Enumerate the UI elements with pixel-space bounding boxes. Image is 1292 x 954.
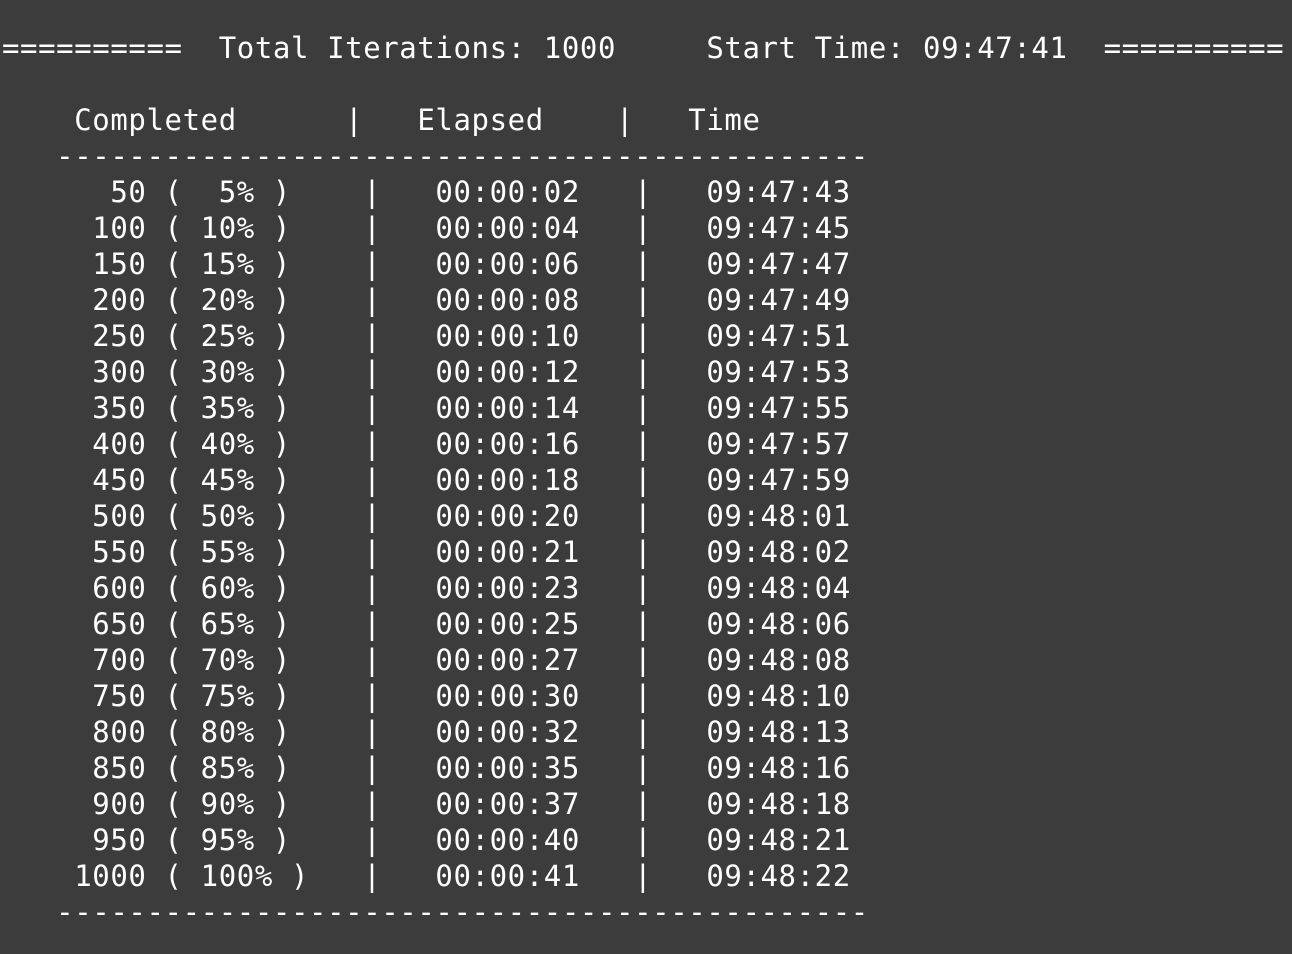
progress-row: 200 ( 20% ) | 00:00:08 | 09:47:49 xyxy=(2,283,851,317)
progress-row: 650 ( 65% ) | 00:00:25 | 09:48:06 xyxy=(2,607,851,641)
progress-row: 50 ( 5% ) | 00:00:02 | 09:47:43 xyxy=(2,175,851,209)
progress-row: 700 ( 70% ) | 00:00:27 | 09:48:08 xyxy=(2,643,851,677)
progress-row: 800 ( 80% ) | 00:00:32 | 09:48:13 xyxy=(2,715,851,749)
progress-row: 400 ( 40% ) | 00:00:16 | 09:47:57 xyxy=(2,427,851,461)
run-header: ========== Total Iterations: 1000 Start … xyxy=(2,31,1285,65)
header-separator: ----------------------------------------… xyxy=(2,139,869,173)
progress-row: 300 ( 30% ) | 00:00:12 | 09:47:53 xyxy=(2,355,851,389)
progress-row: 150 ( 15% ) | 00:00:06 | 09:47:47 xyxy=(2,247,851,281)
progress-row: 600 ( 60% ) | 00:00:23 | 09:48:04 xyxy=(2,571,851,605)
footer-separator: ----------------------------------------… xyxy=(2,895,869,929)
progress-row: 750 ( 75% ) | 00:00:30 | 09:48:10 xyxy=(2,679,851,713)
progress-row: 250 ( 25% ) | 00:00:10 | 09:47:51 xyxy=(2,319,851,353)
column-header: Completed | Elapsed | Time xyxy=(2,103,761,137)
progress-row: 850 ( 85% ) | 00:00:35 | 09:48:16 xyxy=(2,751,851,785)
terminal-output: ========== Total Iterations: 1000 Start … xyxy=(0,0,1292,954)
progress-row: 500 ( 50% ) | 00:00:20 | 09:48:01 xyxy=(2,499,851,533)
progress-row: 550 ( 55% ) | 00:00:21 | 09:48:02 xyxy=(2,535,851,569)
progress-row: 100 ( 10% ) | 00:00:04 | 09:47:45 xyxy=(2,211,851,245)
progress-row: 900 ( 90% ) | 00:00:37 | 09:48:18 xyxy=(2,787,851,821)
progress-row: 350 ( 35% ) | 00:00:14 | 09:47:55 xyxy=(2,391,851,425)
progress-row: 1000 ( 100% ) | 00:00:41 | 09:48:22 xyxy=(2,859,851,893)
progress-row: 450 ( 45% ) | 00:00:18 | 09:47:59 xyxy=(2,463,851,497)
progress-row: 950 ( 95% ) | 00:00:40 | 09:48:21 xyxy=(2,823,851,857)
